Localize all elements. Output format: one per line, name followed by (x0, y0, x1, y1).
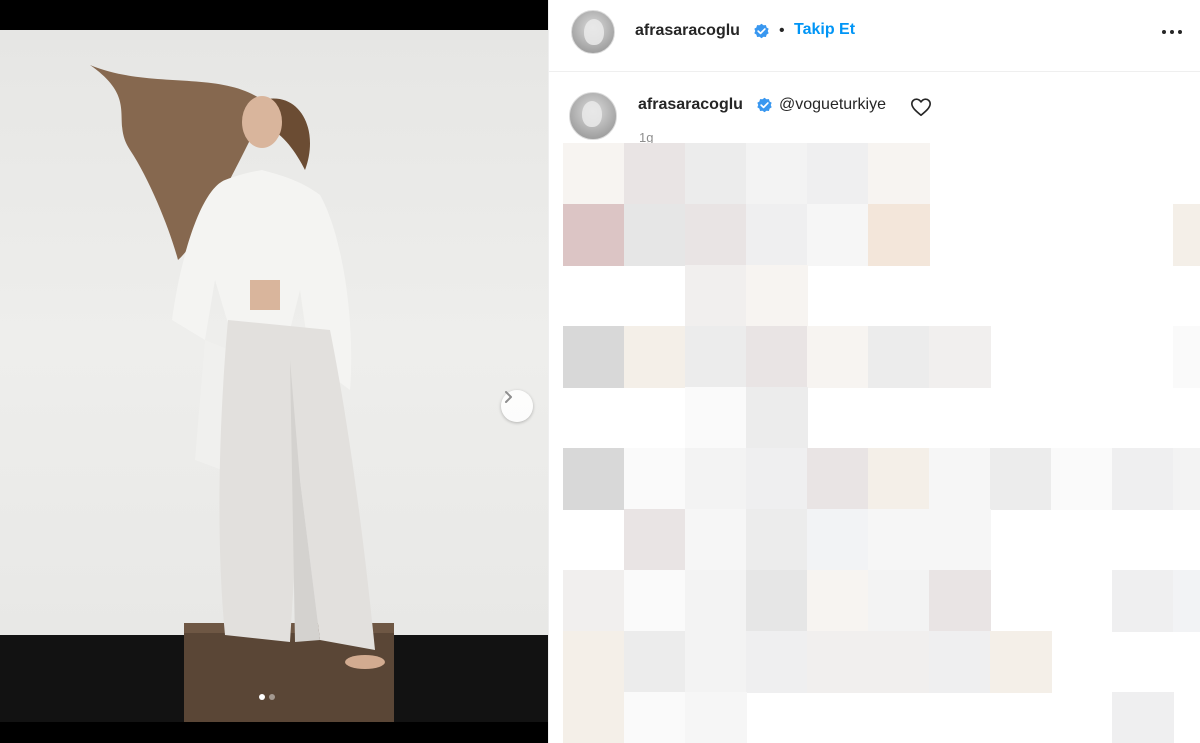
blur-pixel (746, 631, 808, 693)
blur-pixel (624, 326, 686, 388)
blur-pixel (685, 265, 747, 327)
author-avatar[interactable] (571, 10, 615, 54)
caption-author-username[interactable]: afrasaracoglu (638, 96, 743, 114)
blur-pixel (685, 326, 747, 388)
blur-pixel (624, 143, 686, 205)
blur-pixel (746, 448, 808, 510)
blur-pixel (868, 631, 930, 693)
author-username[interactable]: afrasaracoglu (635, 22, 740, 40)
blur-pixel (807, 631, 869, 693)
blur-pixel (563, 448, 625, 510)
blur-pixel (929, 509, 991, 571)
blur-pixel (746, 509, 808, 571)
blur-pixel (1173, 204, 1200, 266)
blur-pixel (1112, 448, 1174, 510)
blur-pixel (868, 448, 930, 510)
blur-pixel (563, 326, 625, 388)
blur-pixel (1112, 570, 1174, 632)
blur-pixel (624, 631, 686, 693)
blur-pixel (929, 570, 991, 632)
next-slide-button[interactable] (501, 390, 533, 422)
blur-pixel (685, 509, 747, 571)
blur-pixel (624, 509, 686, 571)
blur-pixel (929, 326, 991, 388)
blur-pixel (685, 631, 747, 693)
blur-pixel (990, 631, 1052, 693)
blur-pixel (868, 326, 930, 388)
follow-button[interactable]: Takip Et (794, 21, 855, 39)
blur-pixel (868, 204, 930, 266)
blur-pixel (563, 204, 625, 266)
more-options-icon[interactable] (1160, 28, 1184, 36)
blurred-comments (563, 143, 1200, 743)
blur-pixel (563, 570, 625, 632)
carousel-indicator (259, 694, 275, 700)
heart-icon[interactable] (910, 96, 932, 118)
blur-pixel (624, 204, 686, 266)
carousel-dot-2[interactable] (269, 694, 275, 700)
blur-pixel (1112, 692, 1174, 743)
blur-pixel (990, 448, 1052, 510)
blur-pixel (563, 692, 625, 743)
blur-pixel (624, 448, 686, 510)
blur-pixel (746, 265, 808, 327)
post-header: afrasaracoglu • Takip Et (549, 0, 1200, 72)
carousel-dot-1[interactable] (259, 694, 265, 700)
post-sidebar: afrasaracoglu • Takip Et afrasaracoglu @… (548, 0, 1200, 743)
blur-pixel (685, 204, 747, 266)
caption-author-avatar[interactable] (569, 92, 617, 140)
post-media (0, 0, 548, 743)
blur-pixel (685, 448, 747, 510)
blur-pixel (685, 570, 747, 632)
blur-pixel (807, 509, 869, 571)
separator-dot: • (779, 22, 785, 39)
more-dot (1162, 30, 1166, 34)
blur-pixel (1051, 448, 1113, 510)
verified-badge-icon (757, 97, 772, 113)
blur-pixel (1173, 448, 1200, 510)
blur-pixel (868, 570, 930, 632)
blur-pixel (624, 692, 686, 743)
blur-pixel (563, 143, 625, 205)
blur-pixel (624, 570, 686, 632)
more-dot (1178, 30, 1182, 34)
blur-pixel (563, 631, 625, 693)
blur-pixel (929, 631, 991, 693)
chevron-right-icon (505, 391, 512, 403)
blur-pixel (746, 326, 808, 388)
blur-pixel (746, 387, 808, 449)
blur-pixel (807, 570, 869, 632)
blur-pixel (929, 448, 991, 510)
blur-pixel (685, 387, 747, 449)
blur-pixel (807, 204, 869, 266)
post-photo[interactable] (0, 30, 548, 722)
blur-pixel (868, 509, 930, 571)
blur-pixel (746, 143, 808, 205)
blur-pixel (807, 448, 869, 510)
more-dot (1170, 30, 1174, 34)
blur-pixel (746, 570, 808, 632)
blur-pixel (685, 692, 747, 743)
blur-pixel (807, 326, 869, 388)
verified-badge-icon (754, 23, 769, 39)
blur-pixel (868, 143, 930, 205)
blur-pixel (746, 204, 808, 266)
blur-pixel (1173, 326, 1200, 388)
blur-pixel (1173, 570, 1200, 632)
caption-mention-link[interactable]: @vogueturkiye (779, 96, 886, 114)
blur-pixel (685, 143, 747, 205)
blur-pixel (807, 143, 869, 205)
photo-illustration (0, 65, 548, 722)
